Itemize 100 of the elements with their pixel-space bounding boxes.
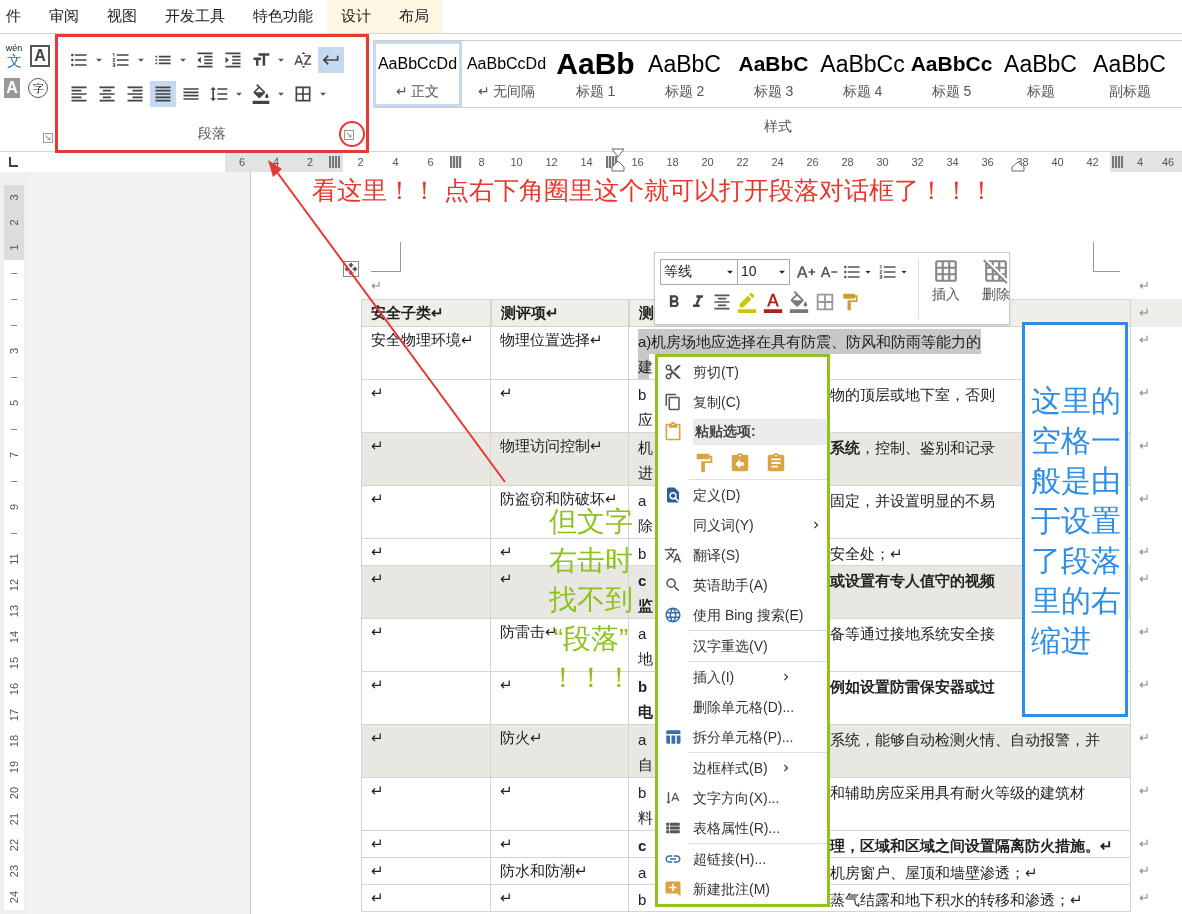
ribbon-button[interactable] (150, 81, 176, 107)
table-cell: ↵ (361, 486, 491, 539)
ruler-number: 11 (6, 552, 21, 567)
ruler-number: 22 (735, 154, 750, 170)
dialog-launcher-icon[interactable] (344, 130, 354, 140)
cell-text: 备等通过接地系统安全接 (830, 624, 995, 644)
menu-section-header: 粘贴选项: (693, 418, 827, 445)
ruler-number: 20 (700, 154, 715, 170)
row-end-mark: ↵ (1139, 304, 1150, 323)
style-option[interactable]: AaBbC 标题 2 (640, 41, 729, 107)
tab-stop-icon[interactable] (6, 156, 19, 168)
clipboard-text-icon[interactable] (765, 451, 787, 474)
annotation-text: 右击时 (549, 544, 633, 578)
crop-mark (371, 242, 401, 272)
indent-marker-icon[interactable] (611, 148, 625, 172)
style-option[interactable]: AaBbC 副标题 (1085, 41, 1174, 107)
table-cell: ↵ (361, 672, 491, 725)
dialog-launcher-icon[interactable] (43, 133, 53, 143)
style-option[interactable]: AaBb 标题 1 (551, 41, 640, 107)
cell-text: b (638, 677, 649, 697)
cell-text: 系统，控制、鉴别和记录 (830, 438, 995, 458)
group-label: 样式 (763, 117, 792, 136)
menu-item[interactable]: 翻译(S) (658, 540, 827, 570)
ruler-number: 4 (1135, 154, 1145, 170)
ruler-number: 6 (237, 154, 247, 170)
row-end-mark: ↵ (1139, 862, 1150, 880)
ruler-number: 9 (6, 502, 21, 513)
ribbon-tab[interactable]: 设计 (327, 0, 385, 33)
numbered-list-icon (111, 50, 131, 70)
menu-item[interactable]: 新建批注(M) (658, 874, 827, 904)
menu-item[interactable]: 表格属性(R)... (658, 813, 827, 843)
font-size-field[interactable]: 10 (738, 258, 790, 285)
style-option[interactable]: AaBbCcDd ↵ 正文 (373, 41, 462, 107)
menu-item[interactable]: 插入(I) (658, 662, 797, 692)
style-option[interactable]: AaBbCcDd ↵ 无间隔 (462, 41, 551, 107)
ribbon-tab[interactable]: 开发工具 (151, 0, 239, 33)
menu-item[interactable]: 同义词(Y) (658, 510, 827, 540)
row-end-mark: ↵ (1139, 331, 1150, 349)
menu-item[interactable]: 删除单元格(D)... (658, 692, 827, 722)
table-cell: ↵ (361, 380, 491, 433)
menu-item[interactable]: 复制(C) (658, 387, 827, 417)
align-center-icon[interactable] (712, 292, 732, 313)
ribbon-tab[interactable]: 件 (0, 0, 35, 33)
decrease-indent-icon (195, 50, 215, 70)
column-header: 测评项↵ (491, 299, 629, 327)
menu-item[interactable]: 英语助手(A) (658, 570, 827, 600)
table-move-handle-icon[interactable] (343, 260, 359, 277)
cell-text: a)机房场地应选择在具有防震、防风和防雨等能力的 (638, 329, 982, 354)
table-cell: ↵ (361, 619, 491, 672)
ribbon-tab[interactable]: 特色功能 (239, 0, 327, 33)
row-end-mark: ↵ (1139, 729, 1150, 747)
ruler-number: 6 (426, 154, 435, 170)
book-search-icon (664, 486, 682, 504)
phonetic-guide-button[interactable]: wén 文 (4, 44, 24, 68)
crop-mark (1093, 242, 1120, 272)
ruler-number: 20 (6, 785, 21, 802)
menu-item[interactable]: 拆分单元格(P)... (658, 722, 827, 752)
ruler-number: 24 (6, 889, 21, 906)
paint-bucket-icon (251, 84, 271, 104)
menu-item[interactable]: 文字方向(X)... (658, 783, 827, 813)
align-left-icon (69, 84, 89, 104)
font-name-field[interactable]: 等线 (660, 258, 738, 285)
cell-text: a (638, 491, 648, 511)
paint-bucket-icon[interactable] (788, 291, 810, 314)
ruler-number: 30 (875, 154, 890, 170)
menu-item[interactable]: 剪切(T) (658, 357, 827, 387)
style-option[interactable]: AaBbC 标题 3 (729, 41, 818, 107)
increase-indent-icon (223, 50, 243, 70)
group-label: 段落 (198, 124, 226, 143)
ribbon-tab[interactable]: 布局 (385, 0, 443, 33)
table-cell: ↵ (361, 858, 491, 885)
cell-text: 理，区域和区域之间设置隔离防火措施。↵ (830, 836, 1113, 856)
menu-item[interactable]: 汉字重选(V) (658, 631, 797, 661)
cell-text: a (638, 730, 648, 750)
ribbon-tab[interactable]: 审阅 (35, 0, 93, 33)
cell-text: c (638, 571, 648, 591)
menu-item[interactable]: 超链接(H)... (658, 844, 797, 874)
menu-item[interactable]: 使用 Bing 搜索(E) (658, 600, 827, 630)
ruler-number: 24 (770, 154, 785, 170)
annotation-text: 但文字 (549, 505, 633, 539)
style-option[interactable]: AaBbCc 标题 5 (907, 41, 996, 107)
annotation-text: ！！！ (549, 661, 633, 695)
ribbon-tab[interactable]: 视图 (93, 0, 151, 33)
table-cell: 物理位置选择↵ (491, 327, 629, 380)
ruler-number: 22 (6, 837, 21, 854)
ruler-number: 46 (1161, 154, 1175, 170)
character-border-button[interactable]: A (30, 45, 50, 67)
menu-item[interactable]: 边框样式(B) (658, 753, 797, 783)
table-cell: 防火↵ (491, 725, 629, 778)
clipboard-arrow-icon[interactable] (729, 451, 751, 474)
style-option[interactable]: AaBbC 标题 (996, 41, 1085, 107)
ruler-number: 40 (1050, 154, 1065, 170)
ruler-number: 2 (305, 154, 315, 170)
style-option[interactable]: AaBbCc 标题 4 (818, 41, 907, 107)
globe-icon (664, 606, 682, 624)
ribbon-button[interactable] (318, 47, 344, 73)
font-color-icon[interactable] (762, 291, 784, 314)
ruler-number: 2 (356, 154, 365, 170)
menu-item[interactable]: 定义(D) (658, 480, 797, 510)
row-end-mark: ↵ (1139, 782, 1150, 800)
